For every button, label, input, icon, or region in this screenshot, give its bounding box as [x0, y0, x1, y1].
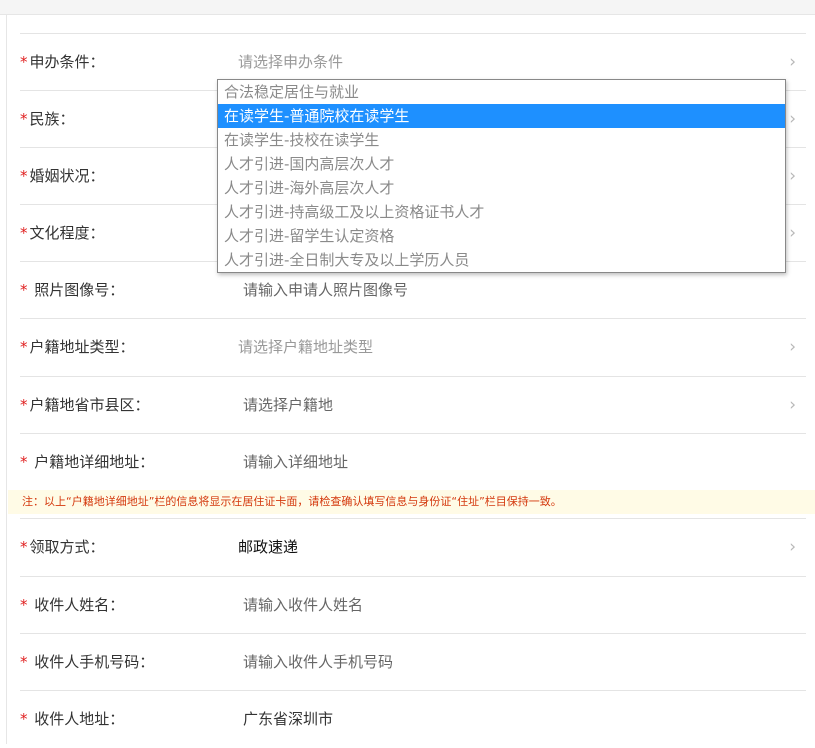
field-label: * 户籍地详细地址：	[20, 453, 155, 471]
recipient-address-input[interactable]: 广东省深圳市	[243, 691, 333, 748]
recipient-name-input[interactable]: 请输入收件人姓名	[243, 577, 363, 634]
row-recipient-phone: * 收件人手机号码： 请输入收件人手机号码	[20, 633, 806, 691]
dropdown-option[interactable]: 在读学生-技校在读学生	[218, 128, 785, 152]
field-label: * 照片图像号：	[20, 281, 125, 299]
dropdown-option[interactable]: 人才引进-国内高层次人才	[218, 152, 785, 176]
recipient-phone-input[interactable]: 请输入收件人手机号码	[243, 634, 393, 691]
required-mark: *	[20, 453, 28, 471]
pickup-method-select[interactable]: 邮政速递	[238, 519, 298, 576]
household-region-select[interactable]: 请选择户籍地	[243, 377, 333, 434]
chevron-right-icon: ›	[789, 166, 796, 186]
row-household-region[interactable]: * 户籍地省市县区： 请选择户籍地 ›	[20, 376, 806, 434]
field-label: * 收件人手机号码：	[20, 653, 155, 671]
chevron-right-icon: ›	[789, 395, 796, 415]
required-mark: *	[20, 596, 28, 614]
chevron-right-icon: ›	[789, 537, 796, 557]
row-recipient-name: * 收件人姓名： 请输入收件人姓名	[20, 576, 806, 634]
field-label: * 户籍地址类型：	[20, 338, 135, 356]
chevron-right-icon: ›	[789, 223, 796, 243]
required-mark: *	[20, 538, 28, 556]
address-notice: 注：以上“户籍地详细地址”栏的信息将显示在居住证卡面，请检查确认填写信息与身份证…	[8, 490, 815, 514]
field-label: * 收件人姓名：	[20, 596, 125, 614]
field-label: * 户籍地省市县区：	[20, 396, 150, 414]
field-label: * 领取方式：	[20, 538, 105, 556]
field-label: * 民族：	[20, 110, 75, 128]
required-mark: *	[20, 53, 28, 71]
required-mark: *	[20, 710, 28, 728]
apply-condition-dropdown[interactable]: 合法稳定居住与就业 在读学生-普通院校在读学生 在读学生-技校在读学生 人才引进…	[217, 79, 786, 273]
field-label: * 收件人地址：	[20, 710, 125, 728]
row-pickup-method[interactable]: * 领取方式： 邮政速递 ›	[20, 518, 806, 576]
required-mark: *	[20, 110, 28, 128]
row-recipient-address: * 收件人地址： 广东省深圳市	[20, 690, 806, 745]
row-household-type[interactable]: * 户籍地址类型： 请选择户籍地址类型 ›	[20, 318, 806, 376]
dropdown-option[interactable]: 人才引进-海外高层次人才	[218, 176, 785, 200]
dropdown-option[interactable]: 合法稳定居住与就业	[218, 80, 785, 104]
required-mark: *	[20, 281, 28, 299]
dropdown-option[interactable]: 人才引进-留学生认定资格	[218, 224, 785, 248]
field-label: * 文化程度：	[20, 224, 105, 242]
required-mark: *	[20, 167, 28, 185]
field-label: * 申办条件：	[20, 53, 105, 71]
row-household-address: * 户籍地详细地址： 请输入详细地址	[20, 433, 806, 491]
top-band	[0, 0, 815, 15]
left-border	[6, 14, 7, 744]
dropdown-option-highlighted[interactable]: 在读学生-普通院校在读学生	[218, 104, 785, 128]
chevron-right-icon: ›	[789, 52, 796, 72]
notice-text: 注：以上“户籍地详细地址”栏的信息将显示在居住证卡面，请检查确认填写信息与身份证…	[22, 495, 562, 508]
household-type-select[interactable]: 请选择户籍地址类型	[238, 319, 373, 376]
field-label: * 婚姻状况：	[20, 167, 105, 185]
required-mark: *	[20, 224, 28, 242]
chevron-right-icon: ›	[789, 337, 796, 357]
required-mark: *	[20, 338, 28, 356]
dropdown-option[interactable]: 人才引进-持高级工及以上资格证书人才	[218, 200, 785, 224]
dropdown-option[interactable]: 人才引进-全日制大专及以上学历人员	[218, 248, 785, 272]
required-mark: *	[20, 396, 28, 414]
household-address-input[interactable]: 请输入详细地址	[243, 434, 348, 491]
chevron-right-icon: ›	[789, 109, 796, 129]
required-mark: *	[20, 653, 28, 671]
